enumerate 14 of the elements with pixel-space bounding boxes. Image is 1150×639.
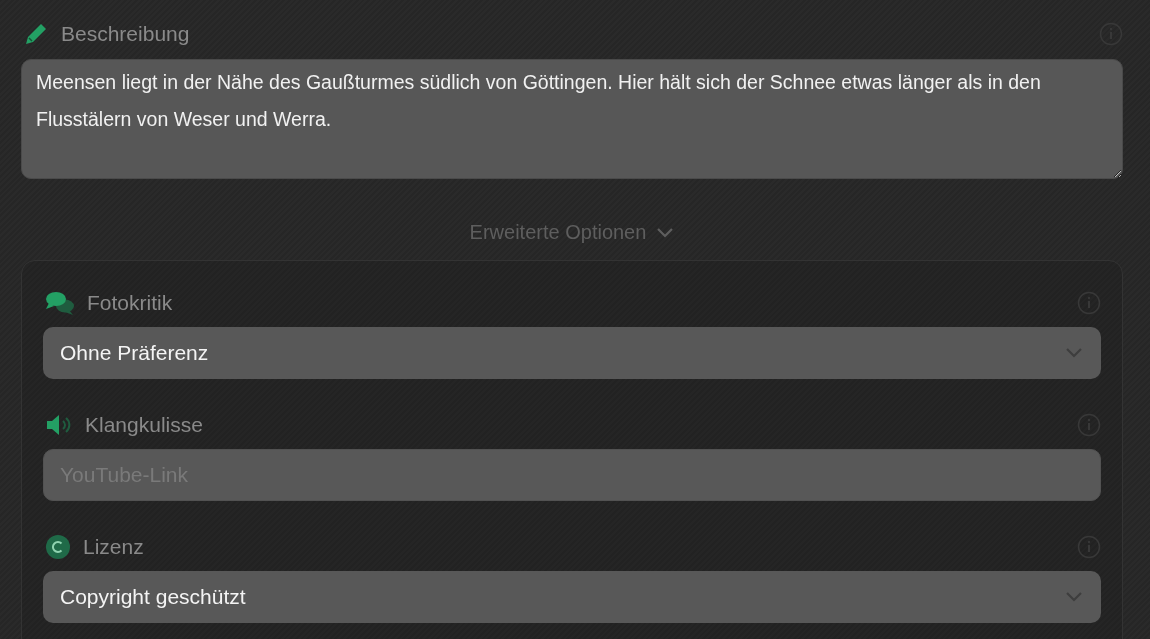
field-label: Fotokritik bbox=[87, 291, 174, 315]
field-label: Beschreibung bbox=[61, 22, 191, 46]
description-field[interactable]: Meensen liegt in der Nähe des Gaußturmes südlich von Göttingen. Hier hält sich der Schnee etwas länger als in den Flusstälern von Weser und Werra. bbox=[21, 59, 1123, 179]
chat-bubbles-icon bbox=[45, 290, 75, 316]
field-label: Klangkulisse bbox=[85, 413, 204, 437]
chevron-down-icon bbox=[656, 226, 675, 239]
pencil-icon bbox=[23, 21, 49, 47]
copyright-icon bbox=[45, 534, 71, 560]
select-field[interactable]: Copyright geschützt bbox=[43, 571, 1101, 623]
chevron-down-icon bbox=[1065, 347, 1083, 359]
chevron-down-icon bbox=[1065, 591, 1083, 603]
select-field[interactable]: Ohne Präferenz bbox=[43, 327, 1101, 379]
field-label: Lizenz bbox=[83, 535, 145, 559]
speaker-icon bbox=[45, 413, 73, 437]
